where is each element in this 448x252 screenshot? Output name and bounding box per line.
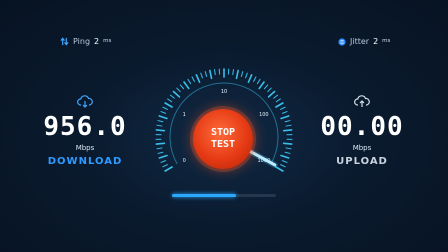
gauge-tick [275,166,284,172]
gauge-tick [209,69,213,80]
gauge-tick [158,154,168,159]
jitter-icon [338,37,346,46]
gauge-tick [160,111,167,114]
gauge-tick [280,154,290,159]
gauge-tick [275,102,284,108]
gauge-tick-label: 10 [221,89,227,95]
test-progress-bar [172,194,276,197]
gauge-tick [156,124,163,127]
gauge-tick [176,87,181,93]
gauge-tick [280,106,286,110]
gauge-tick [156,147,163,150]
gauge-tick [253,76,257,82]
stop-test-button[interactable]: STOP TEST [193,109,253,169]
gauge-tick [247,74,253,83]
gauge-tick [195,74,201,83]
download-unit: Mbps [75,144,95,152]
gauge-tick [258,81,265,90]
ping-value: 2 [94,37,100,46]
jitter-stat: Jitter 2 ms [338,37,390,46]
gauge-tick [167,98,173,103]
ping-label: Ping [73,37,91,46]
gauge-tick [267,90,276,98]
gauge-tick [187,78,192,85]
jitter-label: Jitter [350,37,370,46]
gauge-tick [273,94,279,99]
gauge-tick [275,98,281,103]
ping-arrows-icon [60,37,69,46]
gauge-tick [240,71,244,77]
stop-test-line2: TEST [210,139,236,150]
gauge-tick [284,151,291,154]
gauge-tick [280,164,286,168]
gauge-tick [281,111,288,114]
gauge-tick [160,160,167,163]
gauge-tick-label: 100 [259,112,269,118]
gauge-tick [280,115,290,120]
cloud-download-icon [77,95,93,108]
gauge-tick-label: 0 [183,158,186,164]
download-label: DOWNLOAD [47,156,123,167]
download-speed: 956.0 [43,112,127,142]
gauge-tick [157,151,164,154]
gauge-tick [157,120,164,123]
ping-stat: Ping 2 ms [60,37,111,46]
upload-unit: Mbps [352,144,372,152]
gauge-tick [282,142,293,145]
gauge-tick [164,166,173,172]
ping-unit: ms [103,37,112,44]
gauge-tick [155,142,166,145]
gauge-tick [263,84,269,90]
gauge-tick [214,69,216,76]
gauge-tick [155,129,166,132]
gauge-tick [172,90,181,98]
gauge-tick [285,124,292,127]
download-panel: 956.0 Mbps DOWNLOAD [30,95,140,167]
gauge-tick [285,147,292,150]
gauge-tick-label: 1 [183,112,186,118]
upload-label: UPLOAD [336,156,388,167]
gauge-tick [162,164,168,168]
upload-panel: 00.00 Mbps UPLOAD [307,95,417,167]
gauge-tick [281,160,288,163]
gauge-tick [245,72,248,79]
gauge-tick [158,115,168,120]
jitter-unit: ms [382,37,391,44]
gauge-tick [232,69,234,76]
gauge-tick [164,102,173,108]
gauge-tick [267,87,272,93]
gauge-tick [235,69,239,80]
jitter-value: 2 [373,37,379,46]
upload-speed: 00.00 [320,112,404,142]
gauge-tick [200,72,203,79]
test-progress-fill [172,194,237,197]
gauge-tick [204,71,208,77]
gauge-tick [169,94,175,99]
gauge-tick [256,78,261,85]
gauge-tick [282,129,293,132]
gauge-tick [284,120,291,123]
stop-test-line1: STOP [210,127,236,138]
gauge-tick [179,84,185,90]
gauge-tick [191,76,195,82]
cloud-upload-icon [354,95,370,107]
gauge-tick [162,106,168,110]
gauge-tick [183,81,190,90]
